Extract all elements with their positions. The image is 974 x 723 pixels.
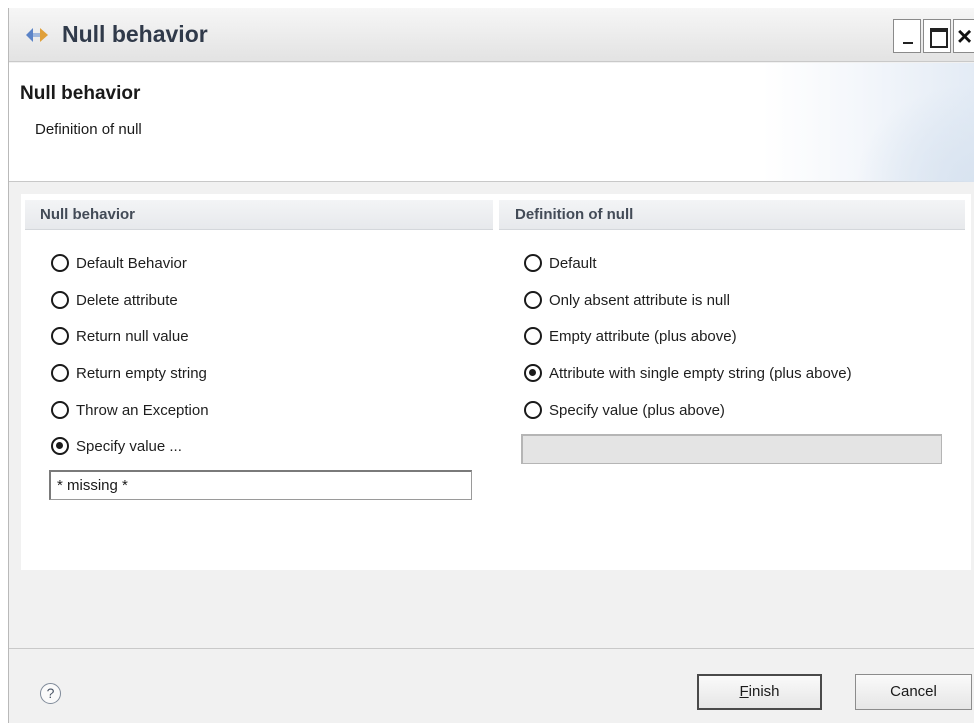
- radio-button-icon[interactable]: [524, 254, 542, 272]
- definition-value-input: [521, 434, 942, 464]
- cancel-button[interactable]: Cancel: [855, 674, 972, 710]
- page-description: Definition of null: [35, 121, 142, 138]
- window-title: Null behavior: [62, 21, 208, 47]
- null-value-input[interactable]: [49, 470, 472, 500]
- radio-return-null-value[interactable]: Return null value: [51, 324, 189, 348]
- radio-empty-attribute[interactable]: Empty attribute (plus above): [524, 324, 737, 348]
- radio-label: Specify value (plus above): [549, 401, 725, 419]
- radio-label: Specify value ...: [76, 437, 182, 455]
- page-title: Null behavior: [20, 83, 141, 104]
- radio-delete-attribute[interactable]: Delete attribute: [51, 288, 178, 312]
- banner-decoration: [855, 83, 974, 182]
- radio-label: Default Behavior: [76, 254, 187, 272]
- radio-button-icon[interactable]: [51, 364, 69, 382]
- content-panel: Null behavior Default Behavior Delete at…: [21, 194, 971, 570]
- radio-button-icon[interactable]: [51, 254, 69, 272]
- radio-label: Return null value: [76, 327, 189, 345]
- radio-default[interactable]: Default: [524, 251, 597, 275]
- radio-label: Delete attribute: [76, 291, 178, 309]
- help-icon[interactable]: ?: [40, 683, 61, 704]
- definition-of-null-group: Definition of null: [499, 200, 965, 230]
- radio-button-icon[interactable]: [524, 291, 542, 309]
- null-behavior-group: Null behavior: [25, 200, 493, 230]
- finish-button[interactable]: Finish: [697, 674, 822, 710]
- radio-return-empty-string[interactable]: Return empty string: [51, 361, 207, 385]
- header-banner: Null behavior Definition of null: [9, 63, 974, 182]
- radio-label: Throw an Exception: [76, 401, 209, 419]
- footer-divider: [9, 648, 974, 649]
- radio-default-behavior[interactable]: Default Behavior: [51, 251, 187, 275]
- radio-only-absent-attribute[interactable]: Only absent attribute is null: [524, 288, 730, 312]
- group-title: Definition of null: [499, 200, 965, 230]
- radio-button-icon[interactable]: [524, 401, 542, 419]
- radio-button-icon[interactable]: [524, 327, 542, 345]
- radio-label: Empty attribute (plus above): [549, 327, 737, 345]
- radio-button-icon[interactable]: [51, 291, 69, 309]
- radio-single-empty-string[interactable]: Attribute with single empty string (plus…: [524, 361, 852, 385]
- close-button[interactable]: ×: [953, 19, 974, 53]
- radio-specify-value-plus-above[interactable]: Specify value (plus above): [524, 398, 725, 422]
- radio-throw-exception[interactable]: Throw an Exception: [51, 398, 209, 422]
- finish-mnemonic: F: [739, 683, 749, 700]
- radio-button-icon[interactable]: [51, 327, 69, 345]
- finish-label: inish: [748, 683, 780, 700]
- title-bar[interactable]: Null behavior ×: [9, 8, 974, 62]
- close-icon: ×: [957, 21, 973, 51]
- radio-button-icon[interactable]: [51, 401, 69, 419]
- minimize-button[interactable]: [893, 19, 921, 53]
- diamond-arrows-icon: [26, 28, 48, 42]
- window-controls: ×: [891, 19, 974, 53]
- maximize-button[interactable]: [923, 19, 951, 53]
- radio-label: Attribute with single empty string (plus…: [549, 364, 852, 382]
- radio-button-checked-icon[interactable]: [524, 364, 542, 382]
- dialog-window: Null behavior × Null behavior Definition…: [8, 8, 974, 723]
- radio-button-checked-icon[interactable]: [51, 437, 69, 455]
- radio-label: Only absent attribute is null: [549, 291, 730, 309]
- group-title: Null behavior: [25, 200, 493, 230]
- radio-label: Return empty string: [76, 364, 207, 382]
- radio-specify-value[interactable]: Specify value ...: [51, 434, 182, 458]
- radio-label: Default: [549, 254, 597, 272]
